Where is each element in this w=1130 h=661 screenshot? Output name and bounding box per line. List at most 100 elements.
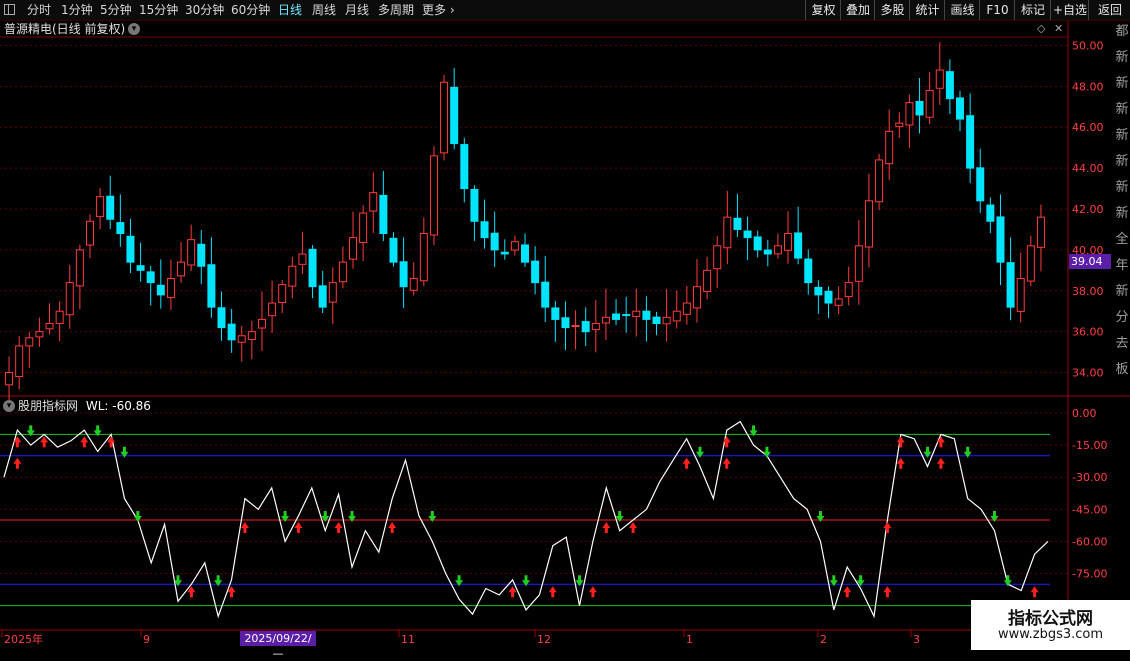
time-tick-label: 9: [143, 633, 150, 646]
indicator-tick-label: -30.00: [1072, 471, 1107, 484]
candle-up: [925, 89, 934, 118]
candle-up: [15, 345, 24, 377]
candle-down: [966, 115, 975, 169]
candle-up: [177, 261, 186, 277]
candle-down: [814, 286, 823, 296]
candle-down: [824, 290, 833, 304]
candle-up: [328, 282, 337, 303]
candle-down: [804, 258, 813, 284]
candle-down: [207, 264, 216, 308]
indicator-value: WL: -60.86: [85, 399, 151, 413]
price-tick-label: 44.00: [1072, 162, 1104, 175]
candle-down: [156, 284, 165, 296]
indicator-tick-label: -15.00: [1072, 439, 1107, 452]
buy-arrow-icon: [334, 522, 343, 533]
candle-up: [359, 212, 368, 243]
candle-up: [935, 69, 944, 89]
wl-line: [3, 420, 1049, 619]
buy-arrow-icon: [883, 586, 892, 598]
candle-up: [25, 337, 34, 347]
buy-arrow-icon: [843, 586, 852, 598]
site-watermark: 指标公式网 www.zbgs3.com: [971, 600, 1130, 650]
side-strip-char: 年: [1115, 258, 1129, 273]
candle-down: [197, 243, 206, 267]
candle-down: [541, 281, 550, 308]
buy-arrow-icon: [40, 436, 49, 448]
time-tick-label: 2: [820, 633, 827, 646]
candle-up: [773, 245, 782, 255]
candle-up: [419, 233, 428, 282]
candle-up: [834, 298, 843, 306]
candle-up: [672, 310, 681, 322]
buy-arrow-icon: [294, 522, 303, 533]
candle-down: [480, 221, 489, 239]
candle-down: [581, 321, 590, 333]
candle-up: [632, 310, 641, 317]
time-tick-label: 12: [537, 633, 551, 646]
side-strip-char: 板: [1115, 362, 1129, 377]
candle-up: [5, 372, 14, 386]
side-strip-char: 新: [1115, 50, 1129, 65]
indicator-tick-label: -60.00: [1072, 535, 1107, 548]
candle-up: [288, 265, 297, 287]
buy-arrow-icon: [548, 586, 557, 598]
time-tick-label: 3: [913, 633, 920, 646]
side-strip-char: 新: [1115, 76, 1129, 91]
candle-up: [703, 269, 712, 292]
buy-arrow-icon: [883, 522, 892, 533]
candle-up: [895, 122, 904, 128]
candle-up: [409, 278, 418, 291]
candle-down: [318, 285, 327, 308]
candle-up: [784, 233, 793, 251]
candle-down: [561, 317, 570, 329]
cursor-date-label: 2025/09/22/—: [240, 631, 316, 660]
candle-up: [349, 237, 358, 260]
candle-down: [996, 216, 1005, 263]
candle-up: [247, 331, 256, 341]
buy-arrow-icon: [13, 457, 22, 469]
side-info-strip[interactable]: 都新新新新新新新全年新分去板: [1112, 21, 1130, 393]
buy-arrow-icon: [240, 522, 249, 533]
side-strip-char: 新: [1115, 128, 1129, 143]
candle-down: [460, 144, 469, 190]
candle-up: [75, 249, 84, 287]
candle-up: [885, 130, 894, 165]
buy-arrow-icon: [602, 522, 611, 533]
candle-up: [35, 331, 44, 338]
candle-down: [642, 310, 651, 320]
candle-up: [278, 284, 287, 303]
side-strip-char: 都: [1115, 24, 1129, 39]
candle-down: [915, 100, 924, 116]
buy-arrow-icon: [896, 436, 905, 448]
candle-up: [65, 282, 74, 316]
time-tick-label: 1: [686, 633, 693, 646]
candle-down: [986, 204, 995, 222]
price-tick-label: 34.00: [1072, 367, 1104, 380]
candle-down: [551, 307, 560, 320]
buy-arrow-icon: [936, 436, 945, 448]
current-price-label: 39.04: [1069, 254, 1111, 269]
candle-up: [369, 192, 378, 212]
candle-up: [692, 286, 701, 309]
side-strip-char: 新: [1115, 284, 1129, 299]
candle-up: [257, 318, 266, 329]
buy-arrow-icon: [588, 586, 597, 598]
candle-up: [723, 216, 732, 249]
candle-up: [187, 239, 196, 266]
candle-up: [85, 220, 94, 246]
candle-down: [217, 307, 226, 329]
indicator-tick-label: -45.00: [1072, 503, 1107, 516]
candle-down: [116, 222, 125, 235]
buy-arrow-icon: [722, 457, 731, 469]
price-tick-label: 36.00: [1072, 326, 1104, 339]
candle-up: [298, 253, 307, 265]
candle-up: [601, 316, 610, 324]
side-strip-char: 新: [1115, 154, 1129, 169]
candle-up: [713, 245, 722, 270]
candle-down: [126, 235, 135, 263]
buy-arrow-icon: [508, 586, 517, 598]
time-tick-label: 2025年: [4, 632, 43, 646]
candle-up: [905, 102, 914, 126]
candle-up: [429, 155, 438, 236]
candle-up: [864, 200, 873, 248]
